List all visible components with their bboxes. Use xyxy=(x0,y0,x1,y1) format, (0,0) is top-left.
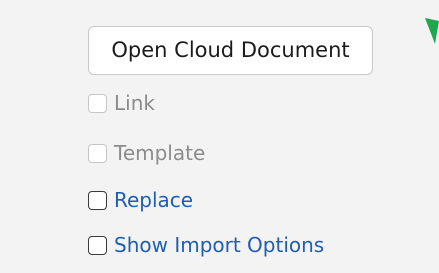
show-import-options-checkbox[interactable] xyxy=(88,235,107,255)
template-label: Template xyxy=(114,141,206,165)
show-import-options-option[interactable]: Show Import Options xyxy=(88,231,324,259)
open-cloud-document-button[interactable]: Open Cloud Document xyxy=(88,26,373,75)
green-arrow-icon xyxy=(425,18,439,44)
show-import-options-label[interactable]: Show Import Options xyxy=(114,231,324,259)
template-checkbox xyxy=(88,143,107,163)
link-label: Link xyxy=(114,91,155,115)
replace-option[interactable]: Replace xyxy=(88,186,193,214)
replace-checkbox[interactable] xyxy=(88,190,107,210)
link-checkbox xyxy=(88,93,107,113)
link-option: Link xyxy=(88,89,155,117)
replace-label[interactable]: Replace xyxy=(114,186,193,214)
template-option: Template xyxy=(88,139,205,167)
